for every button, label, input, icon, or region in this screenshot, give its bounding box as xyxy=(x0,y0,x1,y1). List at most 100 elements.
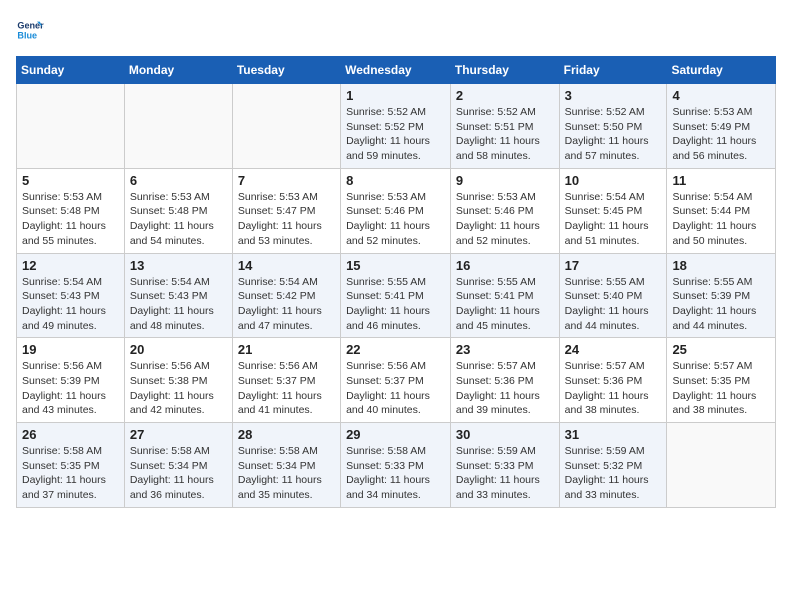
calendar-cell: 5Sunrise: 5:53 AMSunset: 5:48 PMDaylight… xyxy=(17,168,125,253)
day-info: Sunrise: 5:53 AMSunset: 5:48 PMDaylight:… xyxy=(130,190,227,249)
day-info: Sunrise: 5:54 AMSunset: 5:43 PMDaylight:… xyxy=(130,275,227,334)
day-info: Sunrise: 5:54 AMSunset: 5:45 PMDaylight:… xyxy=(565,190,662,249)
day-info: Sunrise: 5:52 AMSunset: 5:51 PMDaylight:… xyxy=(456,105,554,164)
day-info: Sunrise: 5:55 AMSunset: 5:39 PMDaylight:… xyxy=(672,275,770,334)
calendar-week-3: 12 Sunrise: 5:54 AMSunset: 5:43 PMDayligh… xyxy=(17,253,776,338)
calendar-table: SundayMondayTuesdayWednesdayThursdayFrid… xyxy=(16,56,776,508)
day-number: 6 xyxy=(130,173,227,188)
logo-icon: General Blue xyxy=(16,16,44,44)
day-number: 29 xyxy=(346,427,445,442)
day-number: 10 xyxy=(565,173,662,188)
svg-text:Blue: Blue xyxy=(17,30,37,40)
day-number: 23 xyxy=(456,342,554,357)
calendar-cell: 13 Sunrise: 5:54 AMSunset: 5:43 PMDayligh… xyxy=(124,253,232,338)
day-number: 3 xyxy=(565,88,662,103)
calendar-cell: 12 Sunrise: 5:54 AMSunset: 5:43 PMDayligh… xyxy=(17,253,125,338)
calendar-cell xyxy=(124,84,232,169)
calendar-cell: 30 Sunrise: 5:59 AMSunset: 5:33 PMDayligh… xyxy=(450,423,559,508)
day-number: 22 xyxy=(346,342,445,357)
calendar-cell: 31 Sunrise: 5:59 AMSunset: 5:32 PMDayligh… xyxy=(559,423,667,508)
day-info: Sunrise: 5:58 AMSunset: 5:34 PMDaylight:… xyxy=(238,444,335,503)
day-number: 8 xyxy=(346,173,445,188)
day-info: Sunrise: 5:53 AMSunset: 5:48 PMDaylight:… xyxy=(22,190,119,249)
day-number: 19 xyxy=(22,342,119,357)
calendar-cell xyxy=(232,84,340,169)
day-info: Sunrise: 5:55 AMSunset: 5:41 PMDaylight:… xyxy=(346,275,445,334)
day-info: Sunrise: 5:57 AMSunset: 5:35 PMDaylight:… xyxy=(672,359,770,418)
day-info: Sunrise: 5:53 AMSunset: 5:49 PMDaylight:… xyxy=(672,105,770,164)
calendar-cell: 1 Sunrise: 5:52 AMSunset: 5:52 PMDaylight… xyxy=(341,84,451,169)
header: General Blue xyxy=(16,16,776,44)
day-number: 16 xyxy=(456,258,554,273)
calendar-cell: 26 Sunrise: 5:58 AMSunset: 5:35 PMDayligh… xyxy=(17,423,125,508)
calendar-header: SundayMondayTuesdayWednesdayThursdayFrid… xyxy=(17,57,776,84)
calendar-cell: 29 Sunrise: 5:58 AMSunset: 5:33 PMDayligh… xyxy=(341,423,451,508)
day-number: 24 xyxy=(565,342,662,357)
day-number: 14 xyxy=(238,258,335,273)
day-number: 21 xyxy=(238,342,335,357)
calendar-cell: 27Sunrise: 5:58 AMSunset: 5:34 PMDayligh… xyxy=(124,423,232,508)
weekday-header-monday: Monday xyxy=(124,57,232,84)
weekday-header-tuesday: Tuesday xyxy=(232,57,340,84)
calendar-cell: 9Sunrise: 5:53 AMSunset: 5:46 PMDaylight… xyxy=(450,168,559,253)
logo: General Blue xyxy=(16,16,48,44)
weekday-row: SundayMondayTuesdayWednesdayThursdayFrid… xyxy=(17,57,776,84)
calendar-cell: 11 Sunrise: 5:54 AMSunset: 5:44 PMDayligh… xyxy=(667,168,776,253)
weekday-header-thursday: Thursday xyxy=(450,57,559,84)
day-number: 18 xyxy=(672,258,770,273)
day-info: Sunrise: 5:56 AMSunset: 5:37 PMDaylight:… xyxy=(238,359,335,418)
day-number: 28 xyxy=(238,427,335,442)
day-info: Sunrise: 5:53 AMSunset: 5:47 PMDaylight:… xyxy=(238,190,335,249)
weekday-header-sunday: Sunday xyxy=(17,57,125,84)
calendar-body: 1 Sunrise: 5:52 AMSunset: 5:52 PMDaylight… xyxy=(17,84,776,508)
calendar-cell: 19 Sunrise: 5:56 AMSunset: 5:39 PMDayligh… xyxy=(17,338,125,423)
day-number: 2 xyxy=(456,88,554,103)
calendar-cell: 6 Sunrise: 5:53 AMSunset: 5:48 PMDaylight… xyxy=(124,168,232,253)
day-number: 17 xyxy=(565,258,662,273)
day-number: 26 xyxy=(22,427,119,442)
weekday-header-wednesday: Wednesday xyxy=(341,57,451,84)
day-number: 27 xyxy=(130,427,227,442)
day-info: Sunrise: 5:58 AMSunset: 5:35 PMDaylight:… xyxy=(22,444,119,503)
day-info: Sunrise: 5:54 AMSunset: 5:44 PMDaylight:… xyxy=(672,190,770,249)
day-info: Sunrise: 5:52 AMSunset: 5:52 PMDaylight:… xyxy=(346,105,445,164)
day-info: Sunrise: 5:59 AMSunset: 5:32 PMDaylight:… xyxy=(565,444,662,503)
day-number: 20 xyxy=(130,342,227,357)
calendar-cell: 22 Sunrise: 5:56 AMSunset: 5:37 PMDayligh… xyxy=(341,338,451,423)
day-number: 15 xyxy=(346,258,445,273)
day-info: Sunrise: 5:57 AMSunset: 5:36 PMDaylight:… xyxy=(565,359,662,418)
calendar-cell: 18 Sunrise: 5:55 AMSunset: 5:39 PMDayligh… xyxy=(667,253,776,338)
calendar-cell: 10 Sunrise: 5:54 AMSunset: 5:45 PMDayligh… xyxy=(559,168,667,253)
calendar-week-5: 26 Sunrise: 5:58 AMSunset: 5:35 PMDayligh… xyxy=(17,423,776,508)
day-number: 9 xyxy=(456,173,554,188)
day-number: 13 xyxy=(130,258,227,273)
calendar-cell: 3 Sunrise: 5:52 AMSunset: 5:50 PMDaylight… xyxy=(559,84,667,169)
day-info: Sunrise: 5:58 AMSunset: 5:33 PMDaylight:… xyxy=(346,444,445,503)
day-number: 31 xyxy=(565,427,662,442)
day-number: 11 xyxy=(672,173,770,188)
day-info: Sunrise: 5:56 AMSunset: 5:37 PMDaylight:… xyxy=(346,359,445,418)
calendar-cell: 8Sunrise: 5:53 AMSunset: 5:46 PMDaylight… xyxy=(341,168,451,253)
calendar-week-1: 1 Sunrise: 5:52 AMSunset: 5:52 PMDaylight… xyxy=(17,84,776,169)
day-number: 12 xyxy=(22,258,119,273)
calendar-cell: 23 Sunrise: 5:57 AMSunset: 5:36 PMDayligh… xyxy=(450,338,559,423)
day-info: Sunrise: 5:54 AMSunset: 5:43 PMDaylight:… xyxy=(22,275,119,334)
day-number: 4 xyxy=(672,88,770,103)
day-number: 1 xyxy=(346,88,445,103)
calendar-cell: 24 Sunrise: 5:57 AMSunset: 5:36 PMDayligh… xyxy=(559,338,667,423)
day-number: 30 xyxy=(456,427,554,442)
day-info: Sunrise: 5:52 AMSunset: 5:50 PMDaylight:… xyxy=(565,105,662,164)
day-info: Sunrise: 5:59 AMSunset: 5:33 PMDaylight:… xyxy=(456,444,554,503)
calendar-cell: 2 Sunrise: 5:52 AMSunset: 5:51 PMDaylight… xyxy=(450,84,559,169)
day-info: Sunrise: 5:56 AMSunset: 5:38 PMDaylight:… xyxy=(130,359,227,418)
day-info: Sunrise: 5:56 AMSunset: 5:39 PMDaylight:… xyxy=(22,359,119,418)
calendar-cell: 4 Sunrise: 5:53 AMSunset: 5:49 PMDaylight… xyxy=(667,84,776,169)
day-info: Sunrise: 5:55 AMSunset: 5:41 PMDaylight:… xyxy=(456,275,554,334)
day-info: Sunrise: 5:57 AMSunset: 5:36 PMDaylight:… xyxy=(456,359,554,418)
calendar-cell: 20 Sunrise: 5:56 AMSunset: 5:38 PMDayligh… xyxy=(124,338,232,423)
calendar-cell: 7 Sunrise: 5:53 AMSunset: 5:47 PMDaylight… xyxy=(232,168,340,253)
day-info: Sunrise: 5:54 AMSunset: 5:42 PMDaylight:… xyxy=(238,275,335,334)
day-number: 7 xyxy=(238,173,335,188)
calendar-cell: 15 Sunrise: 5:55 AMSunset: 5:41 PMDayligh… xyxy=(341,253,451,338)
calendar-cell: 14 Sunrise: 5:54 AMSunset: 5:42 PMDayligh… xyxy=(232,253,340,338)
